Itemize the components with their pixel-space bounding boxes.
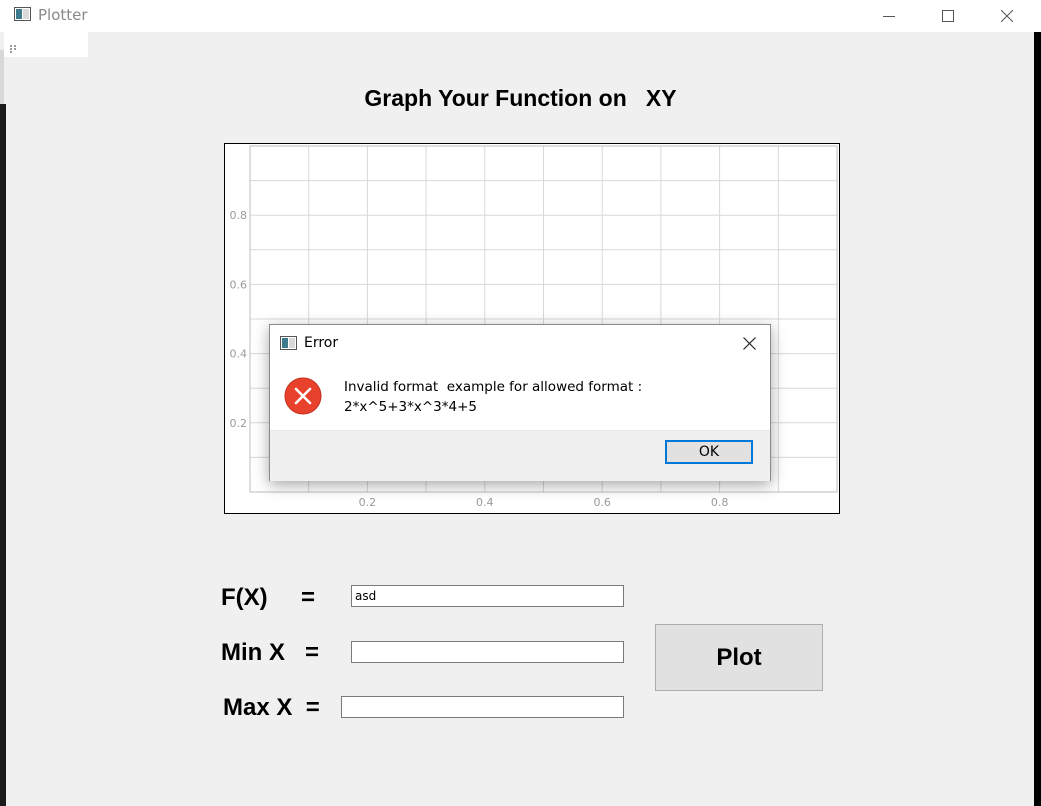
error-icon <box>284 377 322 415</box>
y-tick-label: 0.6 <box>230 278 248 291</box>
close-window-button[interactable] <box>978 0 1036 32</box>
x-tick-label: 0.4 <box>476 496 494 509</box>
max-x-input[interactable] <box>341 696 624 718</box>
plotter-window: Plotter Graph Your Function on XY 0.2 0.… <box>0 0 1041 806</box>
maximize-button[interactable] <box>919 0 977 32</box>
maximize-icon <box>942 10 954 22</box>
fx-label: F(X) = <box>221 584 316 611</box>
menu-strip <box>4 32 88 57</box>
minimize-button[interactable] <box>860 0 918 32</box>
y-tick-label: 0.8 <box>230 209 248 222</box>
x-tick-label: 0.2 <box>359 496 377 509</box>
dialog-message: Invalid format example for allowed forma… <box>344 377 642 417</box>
page-title: Graph Your Function on XY <box>364 85 677 111</box>
app-icon <box>14 7 31 21</box>
dialog-message-line-1: Invalid format example for allowed forma… <box>344 379 643 395</box>
y-tick-label: 0.4 <box>230 348 248 361</box>
right-shadow <box>1034 32 1041 806</box>
window-title: Plotter <box>38 6 88 24</box>
min-x-input[interactable] <box>351 641 624 663</box>
dialog-close-button[interactable] <box>734 331 764 355</box>
title-bar[interactable]: Plotter <box>0 0 1041 32</box>
x-tick-label: 0.8 <box>711 496 729 509</box>
ok-button[interactable]: OK <box>665 440 753 464</box>
min-x-label: Min X = <box>221 639 320 666</box>
app-icon <box>280 336 297 350</box>
dialog-message-line-2: 2*x^5+3*x^3*4+5 <box>344 399 478 415</box>
plot-button[interactable]: Plot <box>655 624 823 691</box>
dialog-title: Error <box>304 335 339 351</box>
error-dialog: Error Invalid format example for allowed… <box>269 324 771 481</box>
minimize-icon <box>883 16 895 17</box>
close-icon <box>742 336 756 350</box>
y-tick-label: 0.2 <box>230 417 248 430</box>
grip-icon[interactable] <box>10 45 20 53</box>
x-tick-label: 0.6 <box>593 496 611 509</box>
left-shadow <box>0 104 6 806</box>
close-icon <box>1001 10 1013 22</box>
fx-input[interactable] <box>351 585 624 607</box>
max-x-label: Max X = <box>223 694 320 721</box>
dialog-footer: OK <box>270 430 770 481</box>
